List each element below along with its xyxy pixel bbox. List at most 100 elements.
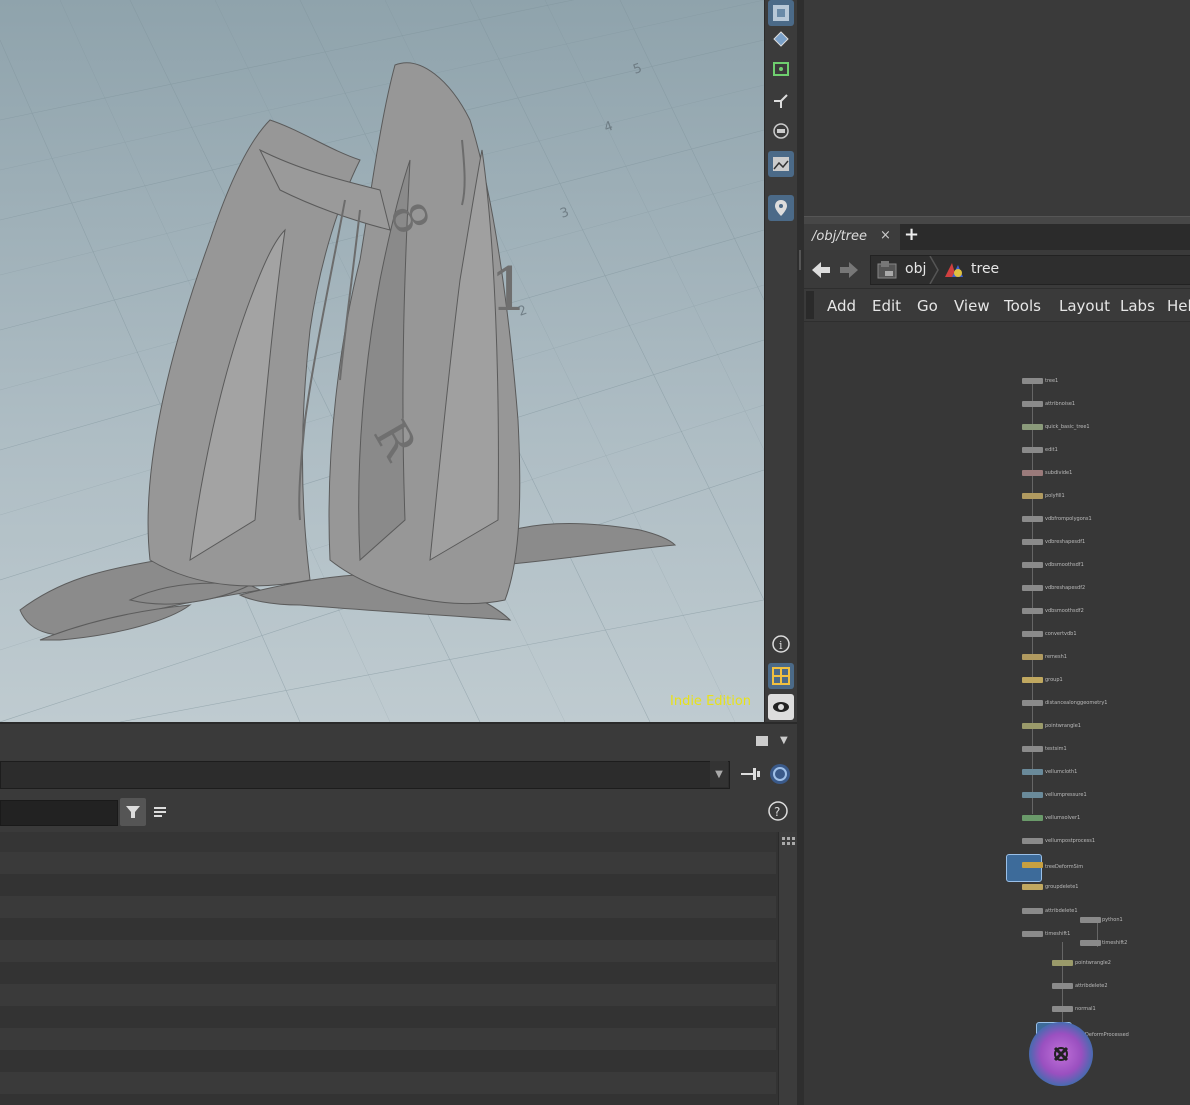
file-cache-node-icon[interactable]: [1006, 854, 1042, 882]
menu-collapse-handle[interactable]: [806, 291, 814, 319]
menu-add[interactable]: Add: [827, 297, 856, 315]
node[interactable]: [1080, 917, 1101, 923]
link-pane-icon[interactable]: [768, 762, 792, 786]
node[interactable]: [1022, 401, 1043, 407]
filter-field[interactable]: [0, 800, 118, 826]
sort-icon[interactable]: [150, 800, 172, 824]
node[interactable]: [1022, 862, 1043, 868]
scene-viewport[interactable]: 8 1 R 2 3 4 5 Indie Edition: [0, 0, 764, 722]
forward-arrow-icon[interactable]: [838, 259, 860, 285]
path-dropdown-icon[interactable]: ▼: [710, 761, 728, 787]
table-row[interactable]: [0, 918, 776, 940]
node[interactable]: [1022, 608, 1043, 614]
node-label: pointwrangle2: [1075, 960, 1111, 966]
node[interactable]: [1022, 493, 1043, 499]
menu-labs[interactable]: Labs: [1120, 297, 1155, 315]
table-row[interactable]: [0, 852, 776, 874]
node[interactable]: [1022, 378, 1043, 384]
node-label: subdivide1: [1045, 470, 1073, 476]
node[interactable]: [1022, 470, 1043, 476]
ghost-icon[interactable]: [768, 118, 794, 144]
node[interactable]: [1022, 677, 1043, 683]
node-label: testsim1: [1045, 746, 1067, 752]
add-tab-icon[interactable]: +: [904, 224, 919, 245]
menu-tools[interactable]: Tools: [1004, 297, 1041, 315]
pane-splitter[interactable]: [797, 0, 804, 1105]
pane-menu-chevron-icon[interactable]: ▼: [780, 735, 788, 746]
back-arrow-icon[interactable]: [810, 259, 832, 285]
pin-icon[interactable]: [768, 195, 794, 221]
table-row[interactable]: [0, 962, 776, 984]
node-label: vdbsmoothsdf1: [1045, 562, 1084, 568]
background-image-icon[interactable]: [768, 151, 794, 177]
menu-edit[interactable]: Edit: [872, 297, 901, 315]
node[interactable]: [1022, 424, 1043, 430]
breadcrumb-tree[interactable]: tree: [971, 261, 999, 277]
help-icon[interactable]: ?: [767, 800, 789, 822]
network-canvas[interactable]: tree1 attribnoise1 quick_basic_tree1 edi…: [804, 322, 1190, 1105]
spreadsheet-table[interactable]: [0, 832, 778, 1105]
node[interactable]: [1022, 631, 1043, 637]
table-row[interactable]: [0, 940, 776, 962]
node-label: convertvdb1: [1045, 631, 1077, 637]
info-icon[interactable]: i: [768, 631, 794, 657]
node[interactable]: [1022, 562, 1043, 568]
pin-pane-icon[interactable]: [739, 765, 761, 783]
menu-layout[interactable]: Layout: [1059, 297, 1110, 315]
node[interactable]: [1022, 447, 1043, 453]
table-row[interactable]: [0, 1006, 776, 1028]
menu-help[interactable]: Hel: [1167, 297, 1190, 315]
node[interactable]: [1022, 931, 1043, 937]
pane-layout-icon[interactable]: [756, 736, 768, 746]
node[interactable]: [1022, 723, 1043, 729]
node[interactable]: [1052, 960, 1073, 966]
obj-context-icon[interactable]: [877, 260, 899, 280]
node[interactable]: [1022, 700, 1043, 706]
close-icon[interactable]: ×: [880, 228, 891, 243]
breadcrumb-obj[interactable]: obj: [905, 261, 926, 277]
snap-icon[interactable]: [768, 26, 794, 52]
node-label: vellumpressure1: [1045, 792, 1087, 798]
node[interactable]: [1052, 983, 1073, 989]
tab-obj-tree[interactable]: /obj/tree ×: [804, 224, 900, 250]
filter-icon[interactable]: [120, 798, 146, 826]
node-path-field[interactable]: [0, 761, 730, 789]
node-label: treeDeformSim: [1045, 864, 1084, 870]
node-label: edit1: [1045, 447, 1058, 453]
grid-number: 4: [602, 119, 615, 136]
node[interactable]: [1022, 585, 1043, 591]
node[interactable]: [1080, 940, 1101, 946]
node-label: timeshift2: [1102, 940, 1128, 946]
node-label: distancealonggeometry1: [1045, 700, 1108, 706]
node[interactable]: [1022, 769, 1043, 775]
visibility-icon[interactable]: [768, 694, 794, 720]
vertical-scrollbar[interactable]: [778, 832, 798, 1105]
node[interactable]: [1022, 884, 1043, 890]
table-row[interactable]: [0, 1028, 776, 1050]
menu-go[interactable]: Go: [917, 297, 938, 315]
table-row[interactable]: [0, 1072, 776, 1094]
table-row[interactable]: [0, 896, 776, 918]
grid-icon[interactable]: [768, 663, 794, 689]
svg-text:i: i: [779, 639, 783, 652]
node[interactable]: [1022, 792, 1043, 798]
node-label: timeshift1: [1045, 931, 1071, 937]
table-row[interactable]: [0, 874, 776, 896]
node[interactable]: [1052, 1006, 1073, 1012]
node[interactable]: [1022, 838, 1043, 844]
geometry-node-icon[interactable]: [943, 261, 965, 279]
display-options-icon[interactable]: [768, 0, 794, 26]
tree-trunk: [147, 62, 521, 605]
node[interactable]: [1022, 815, 1043, 821]
uv-icon[interactable]: [768, 56, 794, 82]
menu-view[interactable]: View: [954, 297, 990, 315]
handle-icon[interactable]: [768, 88, 794, 114]
display-flag-icon[interactable]: [1029, 1022, 1093, 1086]
node[interactable]: [1022, 516, 1043, 522]
node[interactable]: [1022, 539, 1043, 545]
table-row[interactable]: [0, 1050, 776, 1072]
node[interactable]: [1022, 746, 1043, 752]
table-row[interactable]: [0, 984, 776, 1006]
node[interactable]: [1022, 654, 1043, 660]
node[interactable]: [1022, 908, 1043, 914]
